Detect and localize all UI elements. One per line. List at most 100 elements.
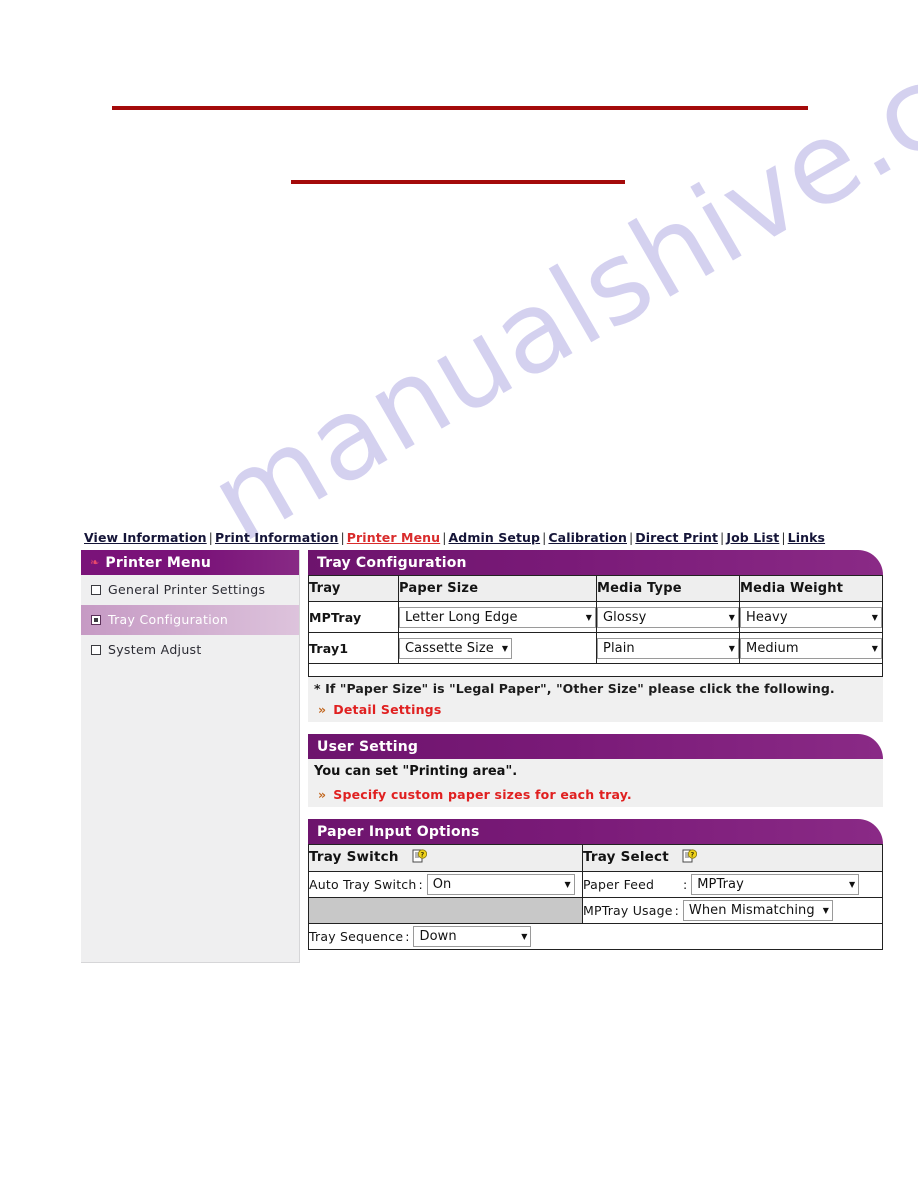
label-auto-tray-switch: Auto Tray Switch xyxy=(309,877,417,892)
select-value: Heavy xyxy=(746,610,788,625)
detail-settings-link-row[interactable]: » Detail Settings xyxy=(308,699,883,722)
cell-paper-feed: Paper Feed : MPTray ▼ xyxy=(582,871,883,898)
chevron-down-icon: ▼ xyxy=(848,879,856,889)
table-row: Auto Tray Switch : On ▼ Paper Feed : MPT… xyxy=(308,871,883,898)
detail-settings-link[interactable]: Detail Settings xyxy=(333,702,441,717)
chevron-down-icon: ▼ xyxy=(822,905,830,915)
nav-link-direct-print[interactable]: Direct Print xyxy=(635,530,718,545)
cell-media-weight-mptray: Heavy ▼ xyxy=(739,601,883,633)
select-media-type-tray1[interactable]: Plain ▼ xyxy=(597,638,739,659)
sidebar-item-label: General Printer Settings xyxy=(108,582,266,597)
sidebar-title-bar: ❧ Printer Menu xyxy=(81,550,299,575)
nav-link-job-list[interactable]: Job List xyxy=(726,530,779,545)
tray-configuration-note: * If "Paper Size" is "Legal Paper", "Oth… xyxy=(308,677,883,699)
table-row: Tray Sequence : Down ▼ xyxy=(308,923,883,950)
table-row: MPTray Letter Long Edge ▼ Glossy ▼ Heavy… xyxy=(308,601,883,633)
sidebar-item-label: Tray Configuration xyxy=(108,612,229,627)
select-media-weight-tray1[interactable]: Medium ▼ xyxy=(740,638,882,659)
chevron-right-icon: » xyxy=(318,702,327,717)
nav-link-view-information[interactable]: View Information xyxy=(84,530,207,545)
select-auto-tray-switch[interactable]: On ▼ xyxy=(426,874,575,895)
cell-mptray-usage: MPTray Usage : When Mismatching ▼ xyxy=(582,897,883,924)
section-header-tray-switch: Tray Switch ? xyxy=(308,844,583,872)
column-header-tray: Tray xyxy=(308,575,399,602)
chevron-right-icon: » xyxy=(318,787,327,802)
cell-empty-disabled xyxy=(308,897,583,924)
select-value: Cassette Size xyxy=(405,641,494,656)
sidebar-item-system-adjust[interactable]: System Adjust xyxy=(81,635,299,665)
table-row: Tray Switch ? Tray Select ? xyxy=(308,844,883,872)
cell-tray-sequence: Tray Sequence : Down ▼ xyxy=(308,923,883,950)
column-header-media-type: Media Type xyxy=(596,575,740,602)
select-paper-size-mptray[interactable]: Letter Long Edge ▼ xyxy=(399,607,596,628)
panel-paper-input-options: Paper Input Options Tray Switch ? Tray S… xyxy=(308,819,883,950)
label-colon: : xyxy=(674,903,679,918)
custom-paper-sizes-link[interactable]: Specify custom paper sizes for each tray… xyxy=(333,787,632,802)
tray-configuration-table: Tray Paper Size Media Type Media Weight … xyxy=(308,575,883,677)
column-header-media-weight: Media Weight xyxy=(739,575,883,602)
nav-link-calibration[interactable]: Calibration xyxy=(548,530,627,545)
nav-link-print-information[interactable]: Print Information xyxy=(215,530,338,545)
section-header-label: Tray Select xyxy=(583,848,669,865)
select-media-type-mptray[interactable]: Glossy ▼ xyxy=(597,607,739,628)
select-value: Letter Long Edge xyxy=(405,610,518,625)
cell-tray-name-mptray: MPTray xyxy=(308,601,399,633)
cell-auto-tray-switch: Auto Tray Switch : On ▼ xyxy=(308,871,583,898)
square-bullet-icon xyxy=(91,614,101,625)
panel-tray-configuration: Tray Configuration Tray Paper Size Media… xyxy=(308,550,883,722)
select-paper-size-tray1[interactable]: Cassette Size ▼ xyxy=(399,638,513,659)
top-navigation: View Information | Print Information | Print… xyxy=(84,530,825,545)
label-tray-sequence: Tray Sequence xyxy=(309,929,404,944)
chevron-down-icon: ▼ xyxy=(521,931,528,941)
chevron-down-icon: ▼ xyxy=(728,643,735,653)
label-colon: : xyxy=(418,877,423,892)
chevron-down-icon: ▼ xyxy=(564,879,571,889)
help-document-icon[interactable]: ? xyxy=(682,848,697,868)
square-bullet-icon xyxy=(91,584,101,595)
select-value: Plain xyxy=(603,641,635,656)
table-row: Tray1 Cassette Size ▼ Plain ▼ Medium ▼ xyxy=(308,632,883,664)
custom-paper-sizes-link-row[interactable]: » Specify custom paper sizes for each tra… xyxy=(308,784,883,807)
select-value: Down xyxy=(419,929,457,944)
cell-media-weight-tray1: Medium ▼ xyxy=(739,632,883,664)
user-setting-description: You can set "Printing area". xyxy=(308,759,883,784)
chevron-down-icon: ▼ xyxy=(585,612,592,622)
watermark-text: manualshive.com xyxy=(190,0,918,568)
label-colon: : xyxy=(405,929,410,944)
main-content: Tray Configuration Tray Paper Size Media… xyxy=(300,550,883,962)
chevron-down-icon: ▼ xyxy=(728,612,735,622)
sidebar: ❧ Printer Menu General Printer Settings … xyxy=(81,550,300,963)
nav-separator: | xyxy=(340,530,345,545)
sidebar-item-tray-configuration[interactable]: Tray Configuration xyxy=(81,605,299,635)
select-tray-sequence[interactable]: Down ▼ xyxy=(413,926,532,947)
select-value: Medium xyxy=(746,641,799,656)
table-spacer-cell xyxy=(308,663,883,677)
svg-text:?: ? xyxy=(420,850,424,858)
select-mptray-usage[interactable]: When Mismatching ▼ xyxy=(682,900,834,921)
cell-media-type-mptray: Glossy ▼ xyxy=(596,601,740,633)
label-mptray-usage: MPTray Usage xyxy=(583,903,673,918)
nav-link-admin-setup[interactable]: Admin Setup xyxy=(449,530,541,545)
table-header-row: Tray Paper Size Media Type Media Weight xyxy=(308,575,883,602)
column-header-paper-size: Paper Size xyxy=(398,575,597,602)
table-row: MPTray Usage : When Mismatching ▼ xyxy=(308,897,883,924)
square-bullet-icon xyxy=(91,644,101,655)
paper-input-options-table: Tray Switch ? Tray Select ? Auto Tray Sw… xyxy=(308,844,883,950)
label-colon: : xyxy=(683,877,688,892)
nav-link-printer-menu[interactable]: Printer Menu xyxy=(347,530,440,545)
select-value: When Mismatching xyxy=(688,903,815,918)
nav-separator: | xyxy=(208,530,213,545)
panel-header-paper-input-options: Paper Input Options xyxy=(308,819,883,844)
nav-separator: | xyxy=(442,530,447,545)
nav-link-links[interactable]: Links xyxy=(788,530,825,545)
header-rule-primary xyxy=(112,106,808,110)
panel-user-setting: User Setting You can set "Printing area"… xyxy=(308,734,883,807)
select-paper-feed[interactable]: MPTray ▼ xyxy=(691,874,860,895)
select-media-weight-mptray[interactable]: Heavy ▼ xyxy=(740,607,882,628)
cell-tray-name-tray1: Tray1 xyxy=(308,632,399,664)
help-document-icon[interactable]: ? xyxy=(412,848,427,868)
sidebar-item-general-printer-settings[interactable]: General Printer Settings xyxy=(81,575,299,605)
sidebar-item-label: System Adjust xyxy=(108,642,202,657)
panel-header-tray-configuration: Tray Configuration xyxy=(308,550,883,575)
section-header-label: Tray Switch xyxy=(309,848,399,865)
